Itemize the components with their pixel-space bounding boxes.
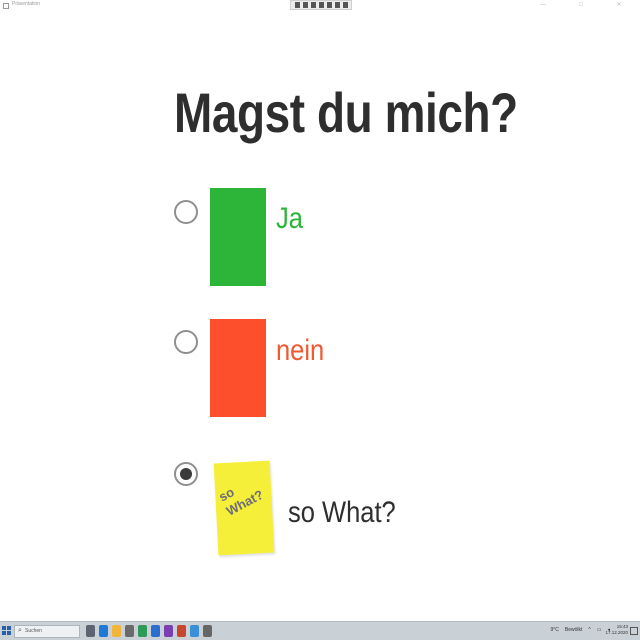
option-label-nein: nein xyxy=(276,334,325,367)
chrome-icon[interactable] xyxy=(138,625,147,637)
red-square xyxy=(210,319,266,417)
maximize-button[interactable]: □ xyxy=(572,2,590,8)
photos-icon[interactable] xyxy=(190,625,199,637)
clock-date: 17.12.2020 xyxy=(605,630,628,635)
pinned-apps xyxy=(86,625,212,637)
toolbar-tool-icon[interactable] xyxy=(302,2,308,8)
option-label-ja: Ja xyxy=(276,202,303,235)
clock[interactable]: 15:43 17.12.2020 xyxy=(605,624,628,636)
app-icon xyxy=(3,3,9,9)
powerpoint-icon[interactable] xyxy=(177,625,186,637)
weather-text[interactable]: Bewölkt xyxy=(565,627,583,633)
chevron-up-icon[interactable]: ^ xyxy=(588,627,590,633)
system-tray: 9°C Bewölkt ^ ▭ ◂ xyxy=(550,627,610,633)
window-titlebar: Präsentation — □ ✕ xyxy=(0,0,640,12)
toolbar-tool-icon[interactable] xyxy=(310,2,316,8)
store-icon[interactable] xyxy=(125,625,134,637)
search-placeholder: Suchen xyxy=(25,628,42,634)
settings-icon[interactable] xyxy=(203,625,212,637)
slideshow-mini-toolbar[interactable] xyxy=(290,0,352,10)
onenote-icon[interactable] xyxy=(164,625,173,637)
radio-option-ja[interactable] xyxy=(174,200,198,224)
toolbar-tool-icon[interactable] xyxy=(342,2,348,8)
toolbar-tool-icon[interactable] xyxy=(334,2,340,8)
sticky-note-image: so What? xyxy=(213,460,275,556)
close-button[interactable]: ✕ xyxy=(610,2,628,8)
sticky-note-text: so What? xyxy=(216,484,266,519)
taskbar: ⌕ Suchen 9°C Bewölkt ^ ▭ ◂ 15:43 17.12.2… xyxy=(0,621,640,640)
document-title: Präsentation xyxy=(12,1,41,7)
notification-icon[interactable] xyxy=(630,627,638,635)
task-view-icon[interactable] xyxy=(86,625,95,637)
search-icon: ⌕ xyxy=(18,627,22,634)
windows-start-icon[interactable] xyxy=(2,626,12,636)
toolbar-tool-icon[interactable] xyxy=(294,2,300,8)
explorer-icon[interactable] xyxy=(112,625,121,637)
edge-icon[interactable] xyxy=(99,625,108,637)
weather-temp[interactable]: 9°C xyxy=(550,627,558,633)
radio-option-nein[interactable] xyxy=(174,330,198,354)
toolbar-tool-icon[interactable] xyxy=(326,2,332,8)
mail-icon[interactable] xyxy=(151,625,160,637)
window-controls: — □ ✕ xyxy=(534,2,628,8)
question-title: Magst du mich? xyxy=(174,81,518,144)
network-icon[interactable]: ▭ xyxy=(597,627,602,633)
green-square xyxy=(210,188,266,286)
minimize-button[interactable]: — xyxy=(534,2,552,8)
taskbar-search-input[interactable]: ⌕ Suchen xyxy=(14,625,80,638)
option-label-so-what: so What? xyxy=(288,496,396,529)
radio-option-so-what[interactable] xyxy=(174,462,198,486)
toolbar-tool-icon[interactable] xyxy=(318,2,324,8)
